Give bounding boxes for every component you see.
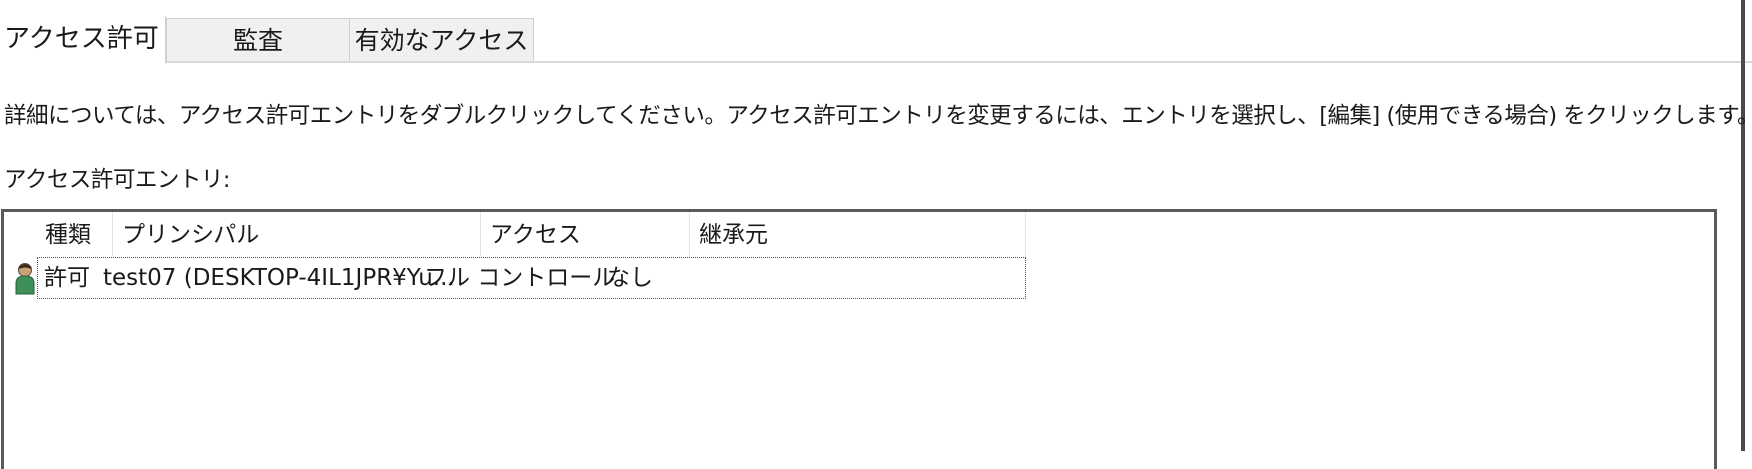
- table-row[interactable]: 許可 test07 (DESKTOP-4IL1JPR¥Yu... フル コントロ…: [37, 257, 1026, 299]
- user-icon: [15, 263, 35, 295]
- column-header-principal[interactable]: プリンシパル: [113, 212, 481, 258]
- row-access: フル コントロール: [424, 265, 616, 291]
- column-header-access[interactable]: アクセス: [481, 212, 690, 258]
- list-header: 種類 プリンシパル アクセス 継承元: [4, 212, 1026, 258]
- tab-effective-access[interactable]: 有効なアクセス: [349, 18, 534, 61]
- tab-permissions[interactable]: アクセス許可: [0, 16, 166, 64]
- tab-strip: アクセス許可 監査 有効なアクセス: [0, 0, 1752, 64]
- column-header-type[interactable]: 種類: [36, 212, 113, 258]
- window-edge: [1741, 0, 1745, 451]
- permission-entries-list[interactable]: 種類 プリンシパル アクセス 継承元 許可 test07 (DESKTOP-4I…: [1, 209, 1717, 469]
- column-header-inherited-from[interactable]: 継承元: [690, 212, 1026, 258]
- row-inherited-from: なし: [607, 265, 653, 291]
- tab-auditing[interactable]: 監査: [166, 18, 350, 61]
- permission-entries-label: アクセス許可エントリ:: [4, 167, 230, 193]
- row-principal: test07 (DESKTOP-4IL1JPR¥Yu...: [103, 265, 455, 291]
- instructions-text: 詳細については、アクセス許可エントリをダブルクリックしてください。アクセス許可エ…: [4, 103, 1752, 129]
